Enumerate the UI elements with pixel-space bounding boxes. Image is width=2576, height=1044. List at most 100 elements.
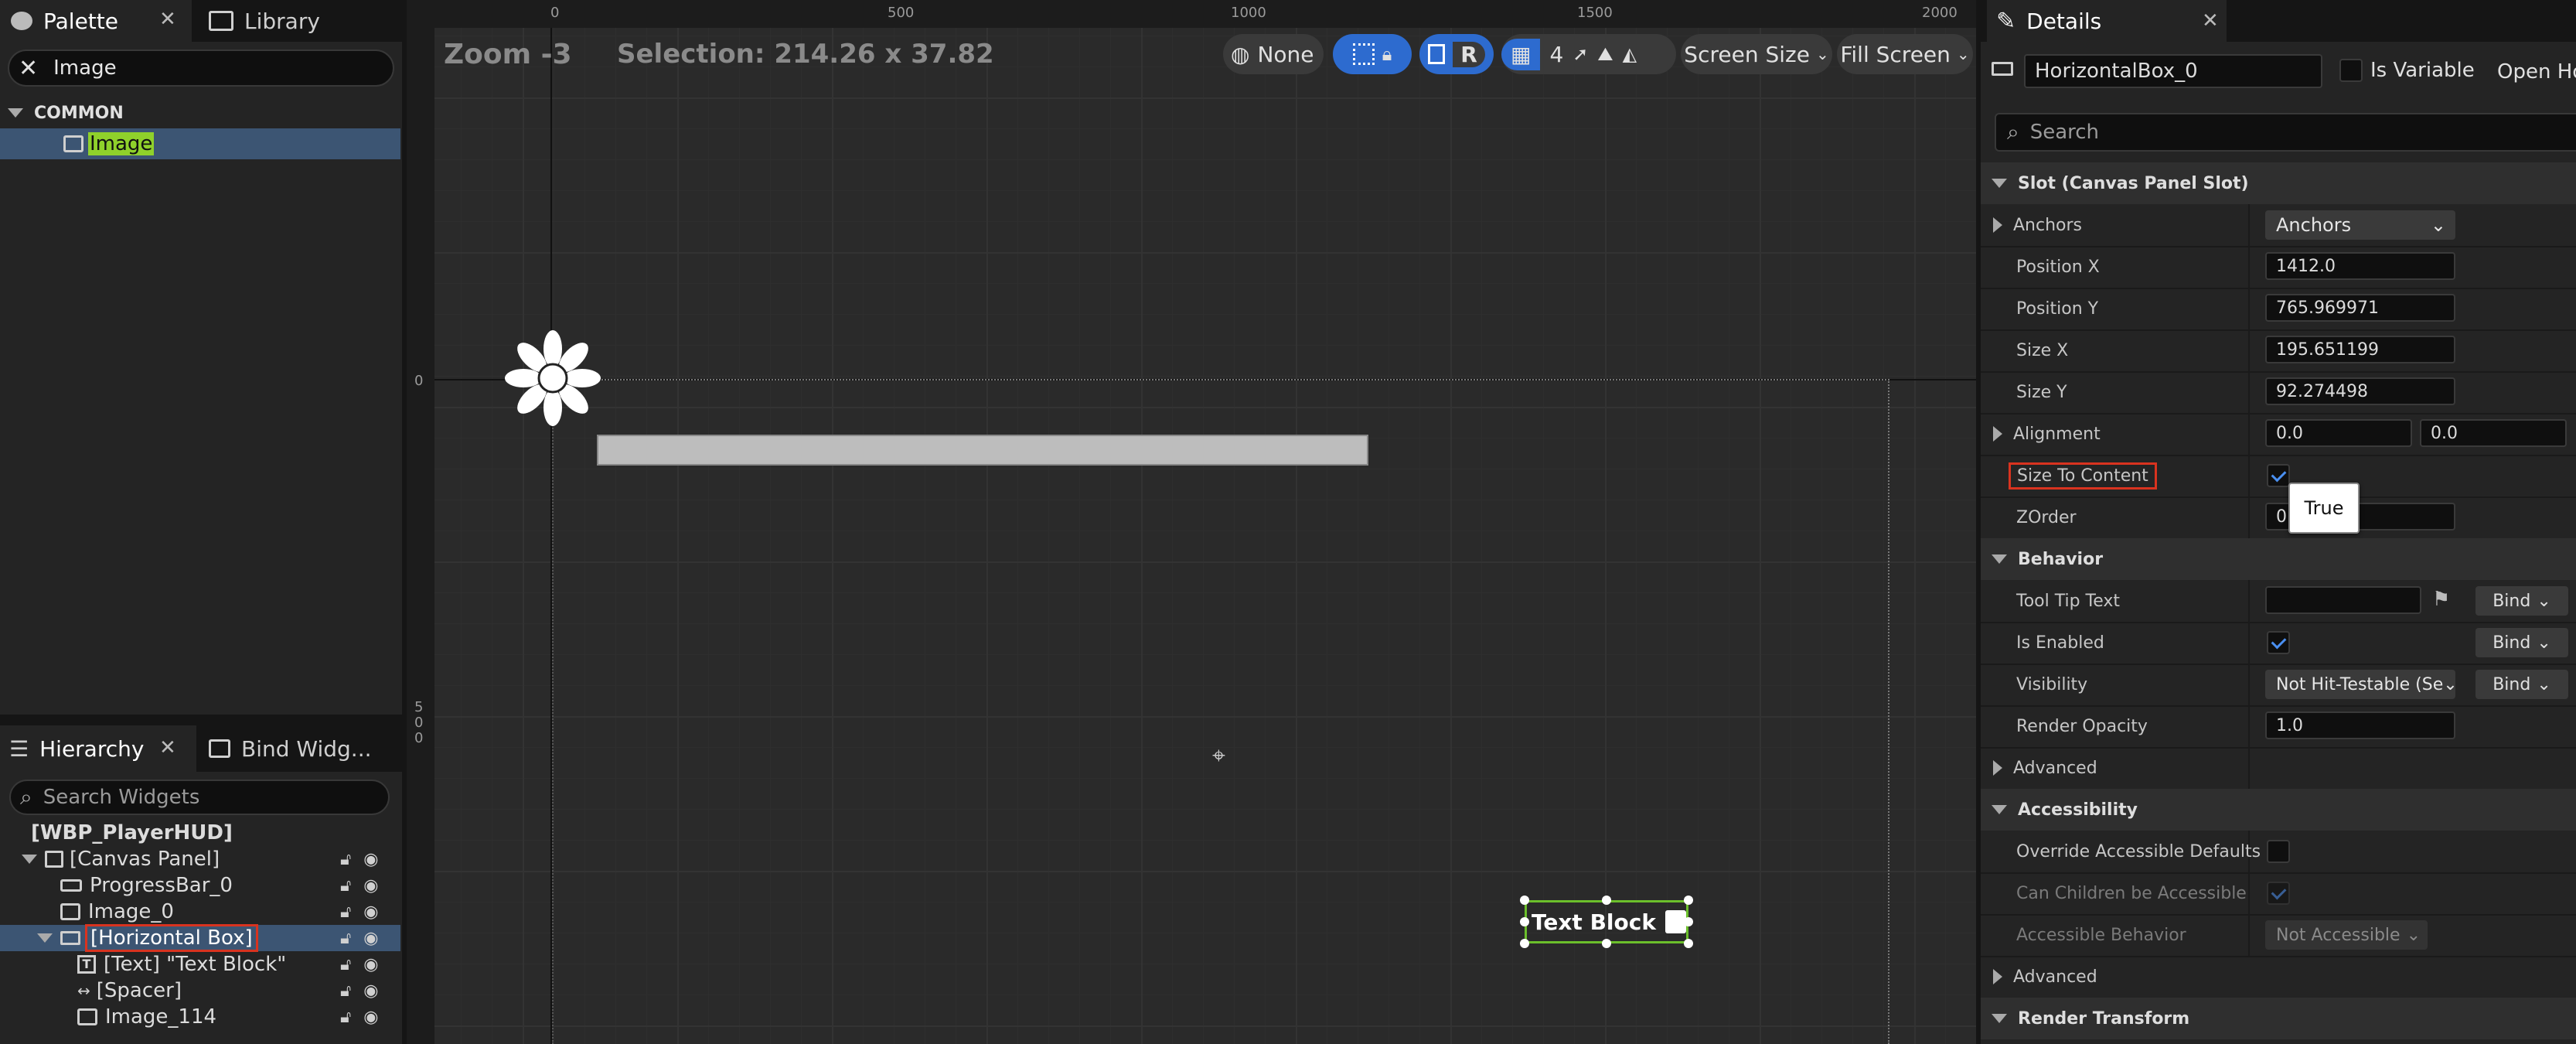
bind-dropdown[interactable]: Bind ⌄ — [2475, 628, 2568, 657]
unlock-icon[interactable]: 🔓︎ — [340, 1008, 351, 1027]
tree-image0-label: Image_0 — [88, 900, 174, 923]
visibility-dropdown[interactable]: Not Hit-Testable (Se ⌄ — [2265, 670, 2455, 699]
fill-screen-dropdown[interactable]: Fill Screen ⌄ — [1837, 34, 1973, 74]
close-icon[interactable]: ✕ — [159, 736, 176, 759]
chevron-right-icon[interactable] — [1993, 217, 2002, 233]
anchors-dropdown[interactable]: Anchors ⌄ — [2265, 210, 2455, 240]
tab-library[interactable]: Library — [199, 0, 402, 42]
eye-icon[interactable]: ◉ — [363, 1008, 378, 1027]
close-icon[interactable]: ✕ — [2202, 9, 2219, 32]
tree-horizontal-box[interactable]: [Horizontal Box] — [37, 924, 258, 952]
category-common[interactable]: COMMON — [0, 97, 402, 128]
clear-icon[interactable]: ✕ — [19, 55, 38, 82]
is-variable-checkbox[interactable] — [2339, 59, 2363, 82]
eye-icon[interactable]: ◉ — [363, 850, 378, 869]
ruler-label: 1500 — [1577, 5, 1613, 21]
resize-handle[interactable] — [1684, 896, 1693, 905]
resize-handle[interactable] — [1520, 917, 1529, 926]
tab-details[interactable]: ✎ Details ✕ — [1987, 0, 2227, 42]
list-icon: ☰ — [9, 735, 29, 762]
resize-handle[interactable] — [1684, 917, 1693, 926]
tree-spacer[interactable]: ↔ [Spacer] — [77, 977, 182, 1004]
tab-hierarchy[interactable]: ☰ Hierarchy ✕ — [0, 725, 196, 772]
ruler-top: 0 500 1000 1500 2000 — [407, 0, 1976, 28]
eye-icon[interactable]: ◉ — [363, 902, 378, 922]
unlock-icon[interactable]: 🔓︎ — [340, 955, 351, 974]
alignment-y-input[interactable]: 0.0 — [2420, 419, 2567, 447]
text-block-widget[interactable]: Text Block — [1532, 909, 1656, 935]
tree-image-114[interactable]: Image_114 — [77, 1004, 216, 1030]
accessible-behavior-label: Accessible Behavior — [2016, 925, 2186, 945]
details-panel: HorizontalBox_0 Is Variable Open Ho ⌕ Se… — [1981, 42, 2576, 1044]
row-advanced-2[interactable]: Advanced — [1981, 956, 2576, 999]
unlock-icon[interactable]: 🔓︎ — [340, 876, 351, 896]
chevron-down-icon — [22, 855, 37, 864]
tab-bind-label: Bind Widg... — [241, 735, 372, 762]
chevron-down-icon — [37, 933, 53, 943]
respect-locks-button[interactable]: R — [1419, 34, 1494, 74]
unlock-icon[interactable]: 🔓︎ — [340, 850, 351, 869]
grid-snap-group[interactable]: ▦ 4 ➚ ⛰ ◭ — [1501, 34, 1676, 74]
position-x-input[interactable]: 1412.0 — [2265, 252, 2455, 280]
tab-bind-widgets[interactable]: Bind Widg... — [203, 725, 402, 772]
unlock-icon[interactable]: 🔓︎ — [340, 981, 351, 1001]
render-opacity-input[interactable]: 1.0 — [2265, 711, 2455, 739]
chevron-right-icon[interactable] — [1993, 426, 2002, 442]
resize-handle[interactable] — [1684, 939, 1693, 948]
bind-dropdown[interactable]: Bind ⌄ — [2475, 670, 2568, 699]
tab-palette[interactable]: Palette ✕ — [0, 0, 192, 42]
image-widget[interactable] — [503, 328, 603, 428]
designer-canvas[interactable]: Zoom -3 Selection: 214.26 x 37.82 ◍ None… — [434, 28, 1976, 1044]
dpi-toggle-button[interactable]: 🔒︎ — [1333, 34, 1412, 74]
eye-icon[interactable]: ◉ — [363, 929, 378, 948]
size-x-input[interactable]: 195.651199 — [2265, 336, 2455, 363]
anchors-label: Anchors — [2013, 215, 2082, 235]
resize-handle[interactable] — [1602, 896, 1611, 905]
row-advanced[interactable]: Advanced — [1981, 747, 2576, 790]
palette-item-image[interactable]: Image — [0, 128, 400, 159]
size-y-input[interactable]: 92.274498 — [2265, 377, 2455, 405]
progressbar-widget[interactable] — [597, 435, 1368, 466]
tree-image-0[interactable]: Image_0 — [60, 899, 174, 925]
screen-size-dropdown[interactable]: Screen Size ⌄ — [1681, 34, 1832, 74]
tree-root[interactable]: [WBP_PlayerHUD] — [31, 820, 233, 846]
bind-dropdown[interactable]: Bind ⌄ — [2475, 586, 2568, 616]
image-114-widget[interactable] — [1665, 910, 1686, 933]
resize-handle[interactable] — [1602, 939, 1611, 948]
hierarchy-search-input[interactable]: ⌕ Search Widgets — [9, 780, 390, 815]
flag-icon[interactable]: ⚑ — [2432, 588, 2450, 611]
image-preview-icon: ⛰ — [1597, 43, 1613, 65]
library-icon — [209, 11, 233, 31]
eye-icon[interactable]: ◉ — [363, 955, 378, 974]
hierarchy-search-placeholder: Search Widgets — [43, 786, 200, 809]
section-behavior[interactable]: Behavior — [1981, 538, 2576, 580]
unlock-icon[interactable]: 🔓︎ — [340, 929, 351, 948]
widget-name-input[interactable]: HorizontalBox_0 — [2024, 54, 2322, 88]
tree-progressbar[interactable]: ProgressBar_0 — [60, 872, 233, 899]
horizontal-box-widget[interactable]: Text Block — [1525, 900, 1688, 943]
tree-text-block[interactable]: T [Text] "Text Block" — [77, 951, 286, 977]
close-icon[interactable]: ✕ — [159, 8, 176, 31]
is-enabled-checkbox[interactable] — [2267, 631, 2290, 654]
alignment-x-input[interactable]: 0.0 — [2265, 419, 2412, 447]
section-render-transform[interactable]: Render Transform — [1981, 998, 2576, 1039]
resize-handle[interactable] — [1520, 939, 1529, 948]
position-y-input[interactable]: 765.969971 — [2265, 294, 2455, 322]
tooltip-text-input[interactable] — [2265, 586, 2421, 614]
tooltip-text-label: Tool Tip Text — [2016, 591, 2121, 611]
unlock-icon[interactable]: 🔓︎ — [340, 902, 351, 922]
size-to-content-label: Size To Content — [2009, 462, 2157, 490]
open-button[interactable]: Open Ho — [2497, 60, 2576, 84]
eye-icon[interactable]: ◉ — [363, 981, 378, 1001]
resize-handle[interactable] — [1520, 896, 1529, 905]
palette-icon — [11, 12, 32, 30]
override-accessible-checkbox[interactable] — [2267, 840, 2290, 863]
tab-details-label: Details — [2026, 8, 2102, 34]
palette-search-input[interactable]: ✕ Image — [8, 49, 394, 87]
size-to-content-checkbox[interactable] — [2267, 464, 2290, 487]
section-slot[interactable]: Slot (Canvas Panel Slot) — [1981, 162, 2576, 204]
preview-mode-button[interactable]: ◍ None — [1223, 34, 1324, 74]
eye-icon[interactable]: ◉ — [363, 876, 378, 896]
details-search-input[interactable]: ⌕ Search — [1995, 113, 2576, 152]
section-accessibility[interactable]: Accessibility — [1981, 789, 2576, 831]
